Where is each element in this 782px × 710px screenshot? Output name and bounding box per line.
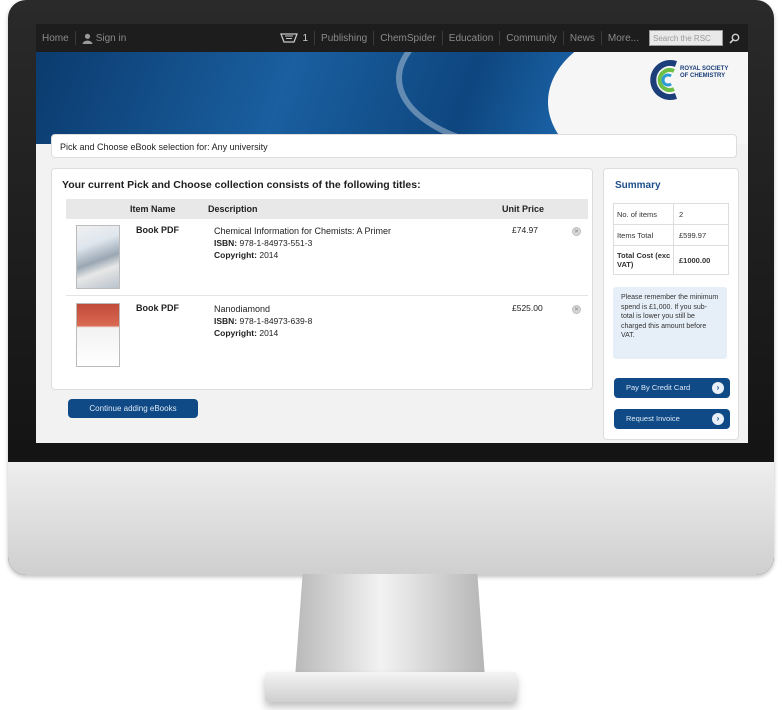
sign-in-label: Sign in (95, 32, 127, 44)
copyright-value: 2014 (259, 250, 279, 260)
monitor-base (265, 672, 517, 702)
book-cover-image[interactable] (76, 303, 120, 367)
isbn-value: 978-1-84973-551-3 (239, 238, 313, 248)
nav-link-more[interactable]: More... (602, 33, 645, 44)
item-name: Book PDF (136, 303, 180, 313)
nav-link-chemspider[interactable]: ChemSpider (374, 33, 442, 44)
item-description: Chemical Information for Chemists: A Pri… (214, 225, 391, 261)
nav-link-education[interactable]: Education (443, 33, 499, 44)
logo-line-1: ROYAL SOCIETY (680, 66, 729, 72)
copyright-value: 2014 (259, 328, 279, 338)
logo-text: ROYAL SOCIETY OF CHEMISTRY (680, 66, 728, 80)
arrow-right-icon: › (712, 382, 724, 394)
table-row: Book PDF Nanodiamond ISBN: 978-1-84973-6… (66, 297, 588, 373)
invoice-button-label: Request Invoice (626, 414, 680, 423)
unit-price: £74.97 (512, 225, 538, 235)
remove-icon[interactable]: ✕ (572, 227, 581, 236)
item-name: Book PDF (136, 225, 180, 235)
summary-row: No. of items 2 (614, 204, 728, 225)
summary-value: 2 (679, 209, 684, 219)
basket-link[interactable]: 1 (274, 33, 314, 44)
monitor-stand (295, 574, 485, 678)
summary-table: No. of items 2 Items Total £599.97 Total… (613, 203, 729, 275)
screen: Home Sign in 1 Publishing ChemSpider Edu… (36, 24, 748, 443)
nav-home[interactable]: Home (36, 33, 75, 44)
summary-title: Summary (615, 180, 661, 191)
summary-label: Total Cost (exc VAT) (614, 246, 674, 274)
column-header-item-name: Item Name (130, 204, 176, 214)
book-title[interactable]: Nanodiamond (214, 303, 312, 315)
copyright-label: Copyright: (214, 328, 257, 338)
basket-icon (280, 32, 299, 43)
book-cover-image[interactable] (76, 225, 120, 289)
search-input[interactable]: Search the RSC (649, 30, 723, 46)
table-header: Item Name Description Unit Price (66, 199, 588, 219)
logo-mark-icon (650, 60, 678, 100)
summary-row: Items Total £599.97 (614, 225, 728, 246)
summary-value: £599.97 (679, 230, 707, 240)
book-title[interactable]: Chemical Information for Chemists: A Pri… (214, 225, 391, 237)
pay-by-credit-card-button[interactable]: Pay By Credit Card › (614, 378, 730, 398)
selection-bar: Pick and Choose eBook selection for: Any… (51, 134, 737, 158)
pay-button-label: Pay By Credit Card (626, 383, 691, 392)
table-row: Book PDF Chemical Information for Chemis… (66, 219, 588, 296)
nav-sign-in[interactable]: Sign in (76, 33, 133, 44)
user-icon (82, 33, 93, 44)
summary-row: Total Cost (exc VAT) £1000.00 (614, 246, 728, 274)
collection-panel: Your current Pick and Choose collection … (51, 168, 593, 390)
collection-heading: Your current Pick and Choose collection … (62, 179, 421, 191)
minimum-spend-note: Please remember the minimum spend is £1,… (613, 287, 727, 359)
basket-count: 1 (302, 32, 309, 44)
arrow-right-icon: › (712, 413, 724, 425)
isbn-label: ISBN: (214, 238, 238, 248)
nav-link-community[interactable]: Community (500, 33, 563, 44)
monitor-chin (8, 462, 774, 575)
rsc-logo[interactable]: ROYAL SOCIETY OF CHEMISTRY (650, 56, 742, 108)
summary-value: £1000.00 (679, 255, 711, 265)
search-icon[interactable] (729, 33, 740, 44)
item-description: Nanodiamond ISBN: 978-1-84973-639-8 Copy… (214, 303, 312, 339)
isbn-label: ISBN: (214, 316, 238, 326)
summary-label: Items Total (614, 225, 674, 245)
unit-price: £525.00 (512, 303, 543, 313)
top-nav: Home Sign in 1 Publishing ChemSpider Edu… (36, 24, 748, 52)
continue-adding-button[interactable]: Continue adding eBooks (68, 399, 198, 418)
copyright-label: Copyright: (214, 250, 257, 260)
nav-link-publishing[interactable]: Publishing (315, 33, 373, 44)
nav-link-news[interactable]: News (564, 33, 601, 44)
summary-panel: Summary No. of items 2 Items Total £599.… (603, 168, 739, 440)
column-header-description: Description (208, 204, 258, 214)
summary-label: No. of items (614, 204, 674, 224)
isbn-value: 978-1-84973-639-8 (239, 316, 313, 326)
logo-line-2: OF CHEMISTRY (680, 73, 726, 79)
header-banner (36, 52, 748, 144)
remove-icon[interactable]: ✕ (572, 305, 581, 314)
request-invoice-button[interactable]: Request Invoice › (614, 409, 730, 429)
column-header-unit-price: Unit Price (502, 204, 545, 214)
